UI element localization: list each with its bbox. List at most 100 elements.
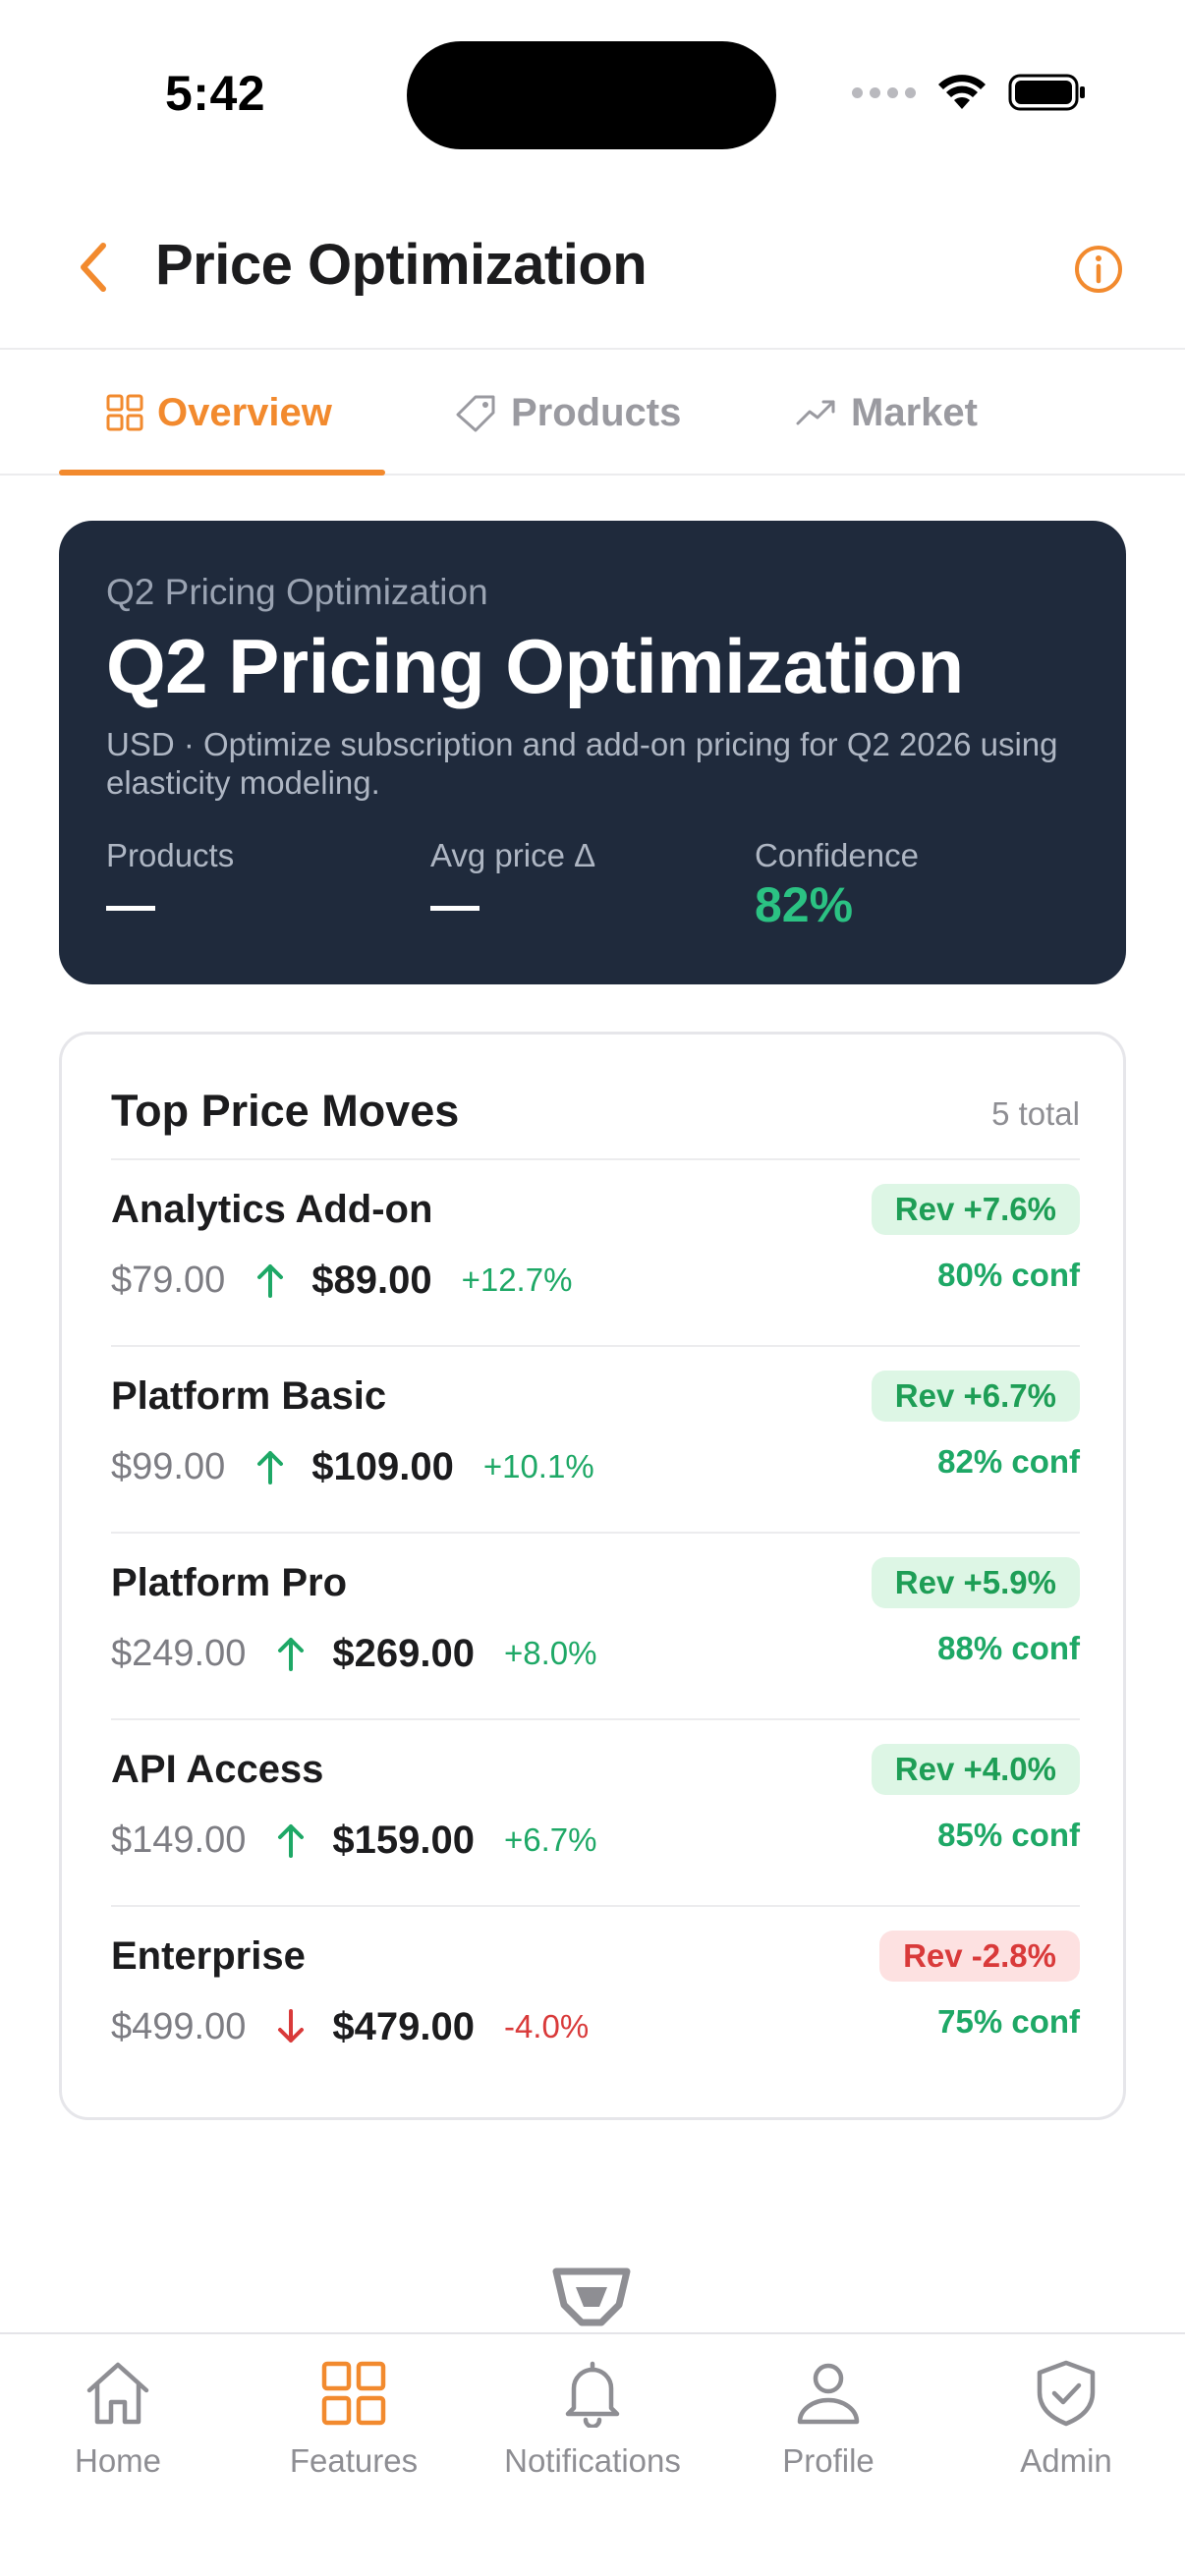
battery-icon [1008,74,1085,111]
nav-label: Admin [1020,2442,1112,2479]
product-name: Analytics Add-on [111,1188,433,1231]
plan-title: Q2 Pricing Optimization [106,623,964,709]
top-price-moves-card: Top Price Moves 5 total Analytics Add-on… [59,1032,1126,2120]
price-change-percent: -4.0% [503,2008,590,2044]
confidence-label: 80% conf [937,1257,1080,1293]
stat-label: Products [106,837,235,873]
stat-products: Products — [106,837,234,929]
nav-label: Features [289,2442,419,2479]
old-price: $149.00 [111,1819,247,1861]
price-move-row[interactable]: Enterprise Rev -2.8% $499.00 $479.00 -4.… [111,1905,1080,2092]
grid-icon [316,2356,391,2431]
cellular-signal-icon [852,86,916,98]
status-icons [852,73,1087,112]
revenue-badge: Rev -2.8% [879,1931,1080,1982]
price-change: $99.00 $109.00 +10.1% [111,1439,594,1494]
product-name: Platform Pro [111,1561,348,1604]
trophy-icon [552,2268,631,2326]
price-move-row[interactable]: API Access Rev +4.0% $149.00 $159.00 +6.… [111,1718,1080,1905]
tab-products[interactable]: Products [454,350,681,476]
revenue-badge: Rev +7.6% [871,1184,1080,1235]
nav-features[interactable]: Features [246,2356,462,2503]
nav-label: Profile [782,2442,875,2479]
stat-value: — [430,877,480,932]
price-change-percent: +12.7% [461,1261,573,1298]
plan-summary-card: Q2 Pricing Optimization Q2 Pricing Optim… [59,521,1126,984]
back-button[interactable] [69,238,118,297]
stat-confidence: Confidence 82% [755,837,919,929]
bottom-navigation: Home Features Notifications Profile Admi… [0,2332,1185,2576]
tab-bar: Overview Products Market [0,350,1185,476]
product-name: API Access [111,1748,324,1791]
stat-avg-price-delta: Avg price Δ — [430,837,595,929]
nav-label: Home [74,2442,162,2479]
active-tab-indicator [59,470,385,476]
price-change: $149.00 $159.00 +6.7% [111,1813,596,1868]
new-price: $479.00 [332,2004,475,2048]
stat-label: Confidence [755,837,919,873]
new-price: $109.00 [311,1444,454,1488]
page-title: Price Optimization [155,233,648,297]
confidence-label: 88% conf [937,1630,1080,1666]
info-button[interactable] [1073,244,1124,295]
old-price: $249.00 [111,1632,247,1674]
confidence-label: 85% conf [937,1817,1080,1853]
confidence-label: 82% conf [937,1443,1080,1480]
nav-notifications[interactable]: Notifications [484,2356,701,2503]
arrow-down-icon [271,2005,310,2048]
tab-overview[interactable]: Overview [106,350,332,476]
revenue-badge: Rev +6.7% [871,1371,1080,1422]
confidence-label: 75% conf [937,2003,1080,2040]
price-move-row[interactable]: Analytics Add-on Rev +7.6% $79.00 $89.00… [111,1158,1080,1345]
revenue-badge: Rev +5.9% [871,1557,1080,1608]
nav-home[interactable]: Home [10,2356,226,2503]
tab-label: Market [851,390,978,434]
trend-up-icon [796,400,835,425]
shield-check-icon [1029,2356,1103,2431]
app-header: Price Optimization [0,187,1185,350]
home-icon [81,2356,155,2431]
new-price: $159.00 [332,1818,475,1862]
plan-stats: Products — Avg price Δ — Confidence 82% [106,837,1089,955]
product-name: Enterprise [111,1934,306,1978]
product-name: Platform Basic [111,1374,387,1418]
user-icon [791,2356,866,2431]
stat-value: 82% [755,877,854,932]
arrow-up-icon [251,1259,290,1302]
nav-profile[interactable]: Profile [720,2356,936,2503]
wifi-icon [938,75,986,109]
new-price: $89.00 [311,1258,432,1302]
plan-description: USD · Optimize subscription and add-on p… [106,725,1058,802]
stat-value: — [106,877,155,932]
arrow-up-icon [271,1632,310,1675]
price-change: $249.00 $269.00 +8.0% [111,1626,596,1681]
revenue-badge: Rev +4.0% [871,1744,1080,1795]
total-count: 5 total [991,1095,1080,1132]
card-title: Top Price Moves [111,1086,460,1136]
arrow-up-icon [251,1445,290,1488]
tab-label: Products [511,390,682,434]
new-price: $269.00 [332,1631,475,1675]
status-bar: 5:42 [0,0,1185,187]
bell-icon [555,2356,630,2431]
nav-label: Notifications [504,2442,681,2479]
old-price: $499.00 [111,2005,247,2047]
arrow-up-icon [271,1819,310,1862]
tag-icon [456,395,495,432]
plan-eyebrow: Q2 Pricing Optimization [106,572,488,612]
old-price: $99.00 [111,1445,226,1487]
chevron-left-icon [81,243,106,292]
tab-market[interactable]: Market [796,350,978,476]
grid-icon [106,394,143,431]
price-change: $79.00 $89.00 +12.7% [111,1253,572,1308]
old-price: $79.00 [111,1259,226,1301]
price-change-percent: +6.7% [503,1821,597,1858]
price-move-row[interactable]: Platform Pro Rev +5.9% $249.00 $269.00 +… [111,1532,1080,1718]
status-time: 5:42 [165,66,266,121]
dynamic-island [407,41,776,149]
info-icon [1075,246,1122,293]
price-move-row[interactable]: Platform Basic Rev +6.7% $99.00 $109.00 … [111,1345,1080,1532]
price-change-percent: +8.0% [503,1635,597,1671]
price-change-percent: +10.1% [482,1448,594,1484]
nav-admin[interactable]: Admin [958,2356,1174,2503]
